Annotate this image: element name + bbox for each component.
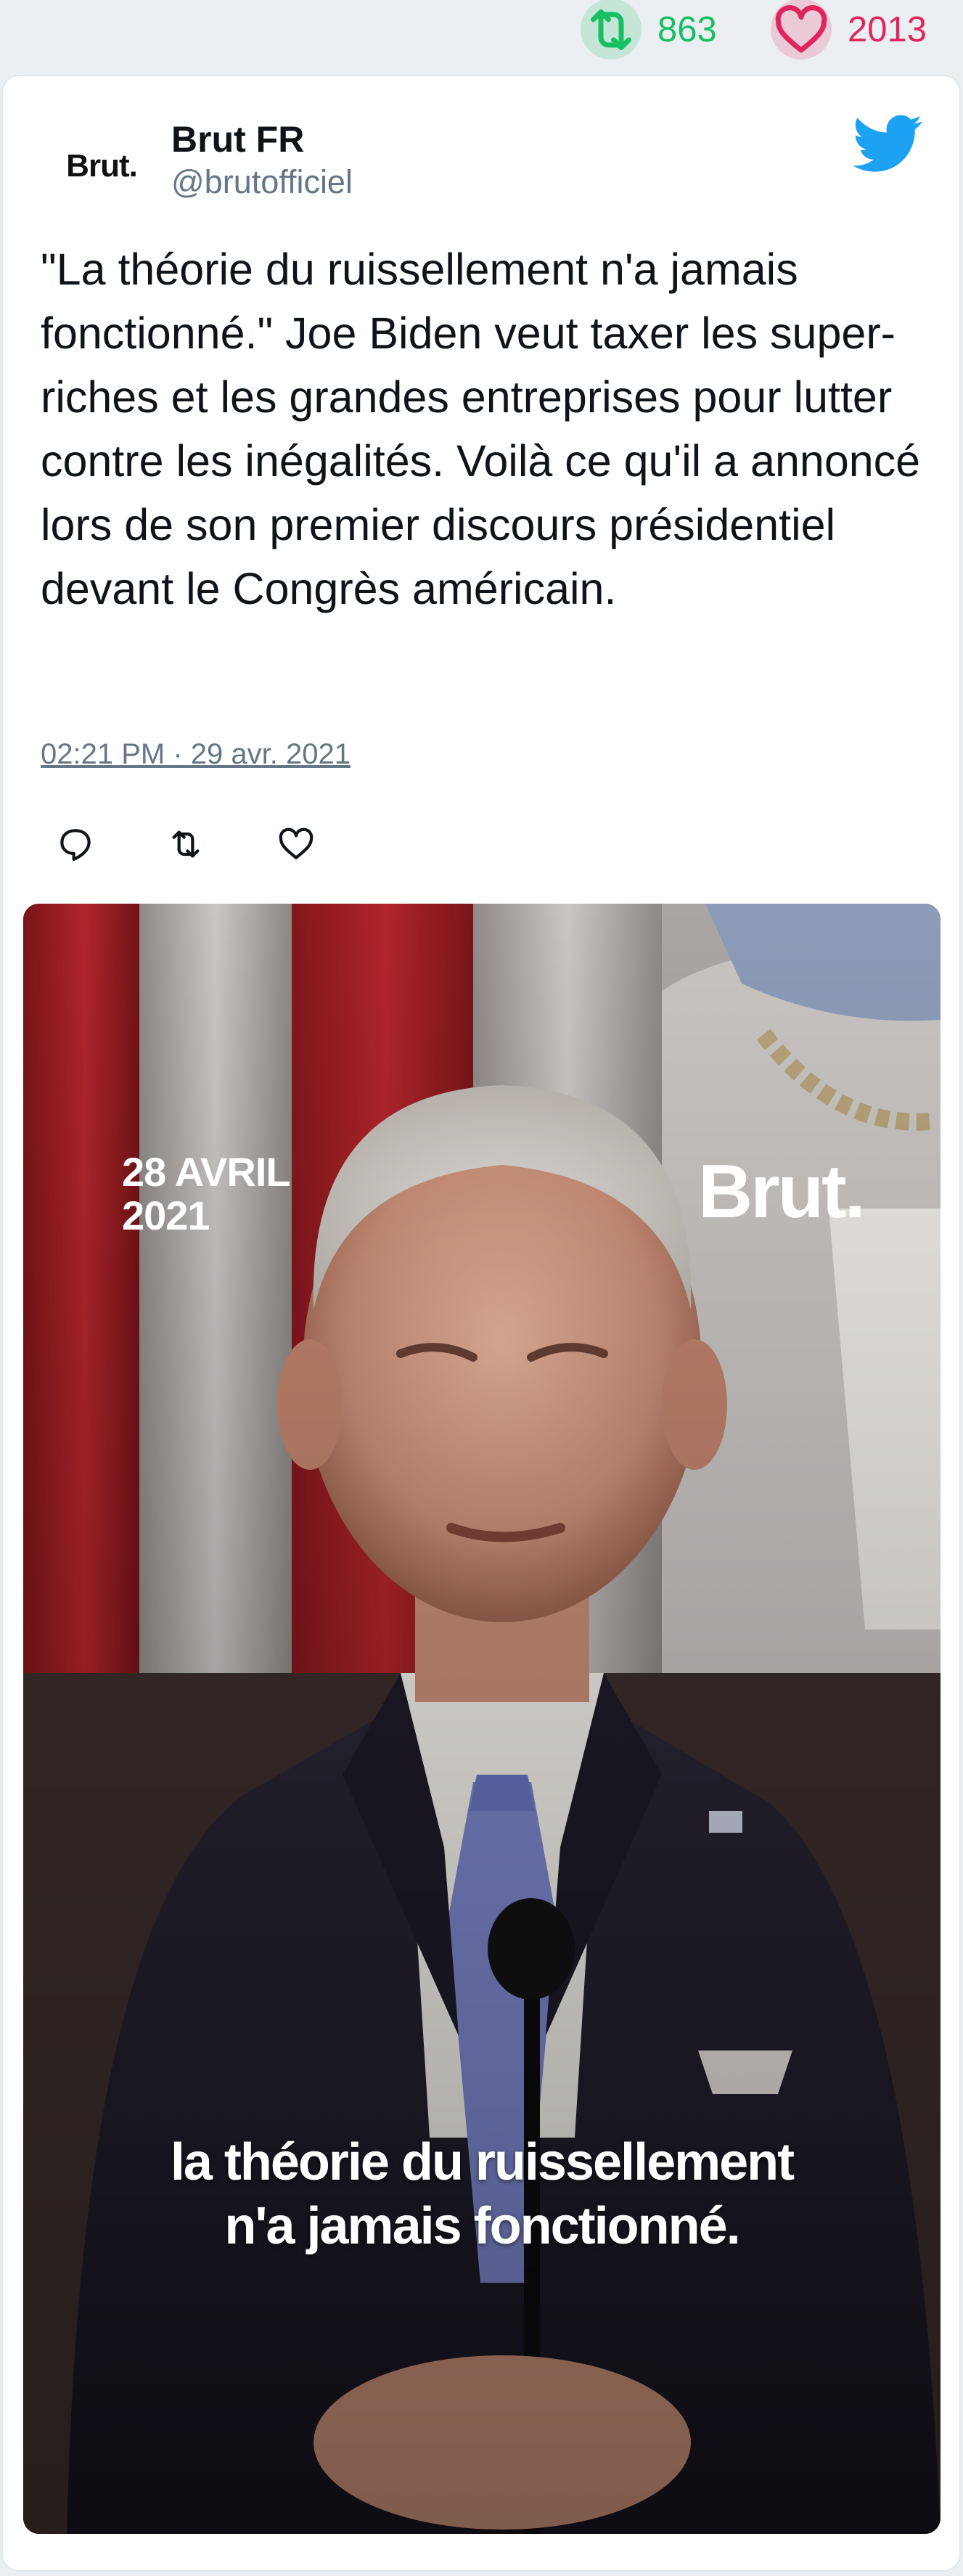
video-subtitle-line2: n'a jamais fonctionné. bbox=[224, 2197, 740, 2255]
tweet-video-thumbnail[interactable]: 28 AVRIL 2021 Brut. la théorie du ruisse… bbox=[23, 904, 941, 2534]
video-subtitle: la théorie du ruissellement n'a jamais f… bbox=[23, 2130, 941, 2258]
video-subtitle-line1: la théorie du ruissellement bbox=[170, 2133, 795, 2191]
twitter-bird-icon[interactable] bbox=[853, 108, 923, 178]
like-count: 2013 bbox=[848, 10, 927, 49]
tweet-actions bbox=[55, 824, 345, 867]
tweet-stats-bar: 863 2013 bbox=[0, 0, 963, 67]
reply-icon[interactable] bbox=[55, 824, 96, 864]
author-name[interactable]: Brut FR bbox=[171, 118, 304, 160]
like-action-icon[interactable] bbox=[276, 824, 316, 864]
video-frame-image bbox=[23, 904, 941, 2534]
heart-icon bbox=[775, 5, 827, 53]
video-date-line1: 28 AVRIL bbox=[122, 1149, 291, 1195]
tweet-timestamp[interactable]: 02:21 PM · 29 avr. 2021 bbox=[41, 738, 351, 771]
retweet-action-icon[interactable] bbox=[165, 824, 206, 864]
brut-watermark-logo: Brut. bbox=[698, 1150, 866, 1234]
retweet-icon bbox=[591, 9, 631, 50]
tweet-text: "La théorie du ruissellement n'a jamais … bbox=[41, 245, 921, 613]
video-date-line2: 2021 bbox=[122, 1193, 210, 1238]
retweet-count: 863 bbox=[657, 10, 717, 49]
like-count-stat[interactable]: 2013 bbox=[771, 0, 927, 60]
tweet-card: Brut. Brut FR @brutofficiel "La théorie … bbox=[3, 76, 959, 2570]
video-date-overlay: 28 AVRIL 2021 bbox=[122, 1149, 291, 1238]
retweet-count-stat[interactable]: 863 bbox=[581, 0, 717, 60]
avatar[interactable]: Brut. bbox=[44, 123, 160, 210]
author-handle[interactable]: @brutofficiel bbox=[171, 163, 353, 201]
